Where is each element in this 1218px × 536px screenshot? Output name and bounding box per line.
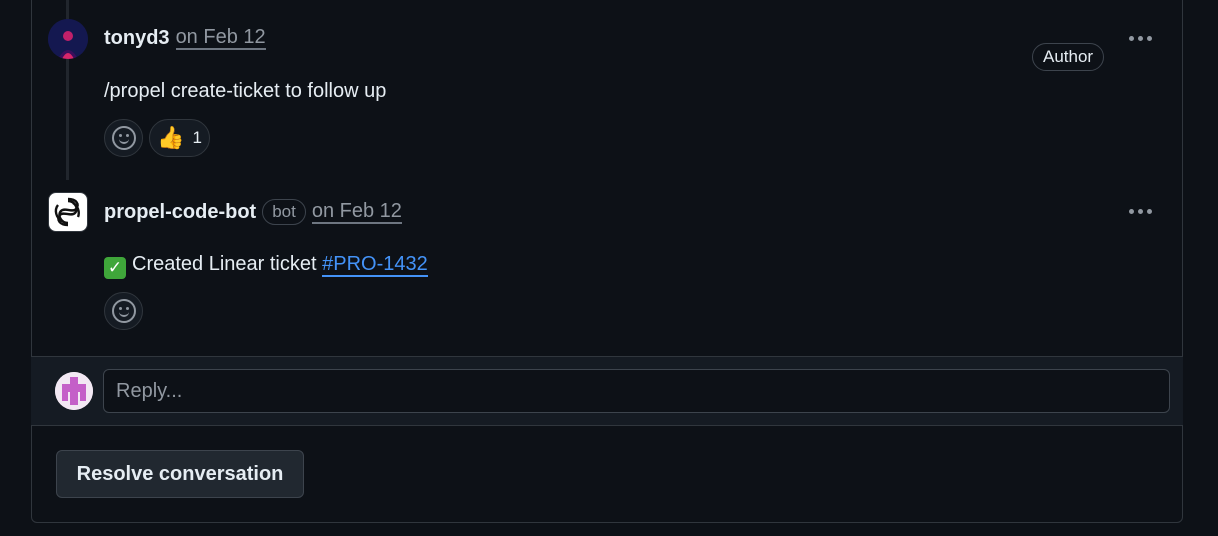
check-mark-icon: ✓ — [104, 257, 126, 279]
bot-avatar[interactable] — [48, 192, 88, 232]
comment-body: /propel create-ticket to follow up — [104, 80, 387, 102]
comment-date[interactable]: on Feb 12 — [311, 200, 402, 224]
smiley-icon — [111, 126, 136, 150]
comment-author[interactable]: tonyd3 — [104, 27, 170, 50]
linear-ticket-link[interactable]: #PRO-1432 — [322, 253, 428, 277]
add-reaction-button[interactable] — [104, 119, 143, 157]
author-badge: Author — [1032, 43, 1105, 71]
reaction-thumbs-up-button[interactable]: 👍 1 — [149, 119, 210, 157]
comment-header: propel-code-bot bot on Feb 12 — [104, 199, 402, 225]
comment-date[interactable]: on Feb 12 — [175, 26, 266, 50]
comment-options-icon[interactable] — [1125, 28, 1155, 48]
smiley-icon — [111, 299, 136, 323]
reaction-count: 1 — [192, 128, 202, 147]
comment-author[interactable]: propel-code-bot — [104, 201, 256, 224]
comment-tonyd3: tonyd3 on Feb 12 Author /propel create-t… — [48, 19, 1158, 164]
comment-body-text: Created Linear ticket — [132, 253, 323, 275]
comment-body: ✓ Created Linear ticket #PRO-1432 — [104, 253, 428, 279]
bot-badge: bot — [262, 199, 306, 225]
comment-header: tonyd3 on Feb 12 — [104, 26, 266, 50]
comment-propel-code-bot: propel-code-bot bot on Feb 12 ✓ Created L… — [48, 192, 1158, 337]
add-reaction-button[interactable] — [104, 292, 143, 330]
current-user-avatar — [55, 372, 93, 410]
thumbs-up-icon: 👍 — [157, 125, 185, 150]
reply-bar — [31, 356, 1183, 426]
reply-input[interactable] — [103, 369, 1170, 413]
user-avatar[interactable] — [48, 19, 88, 59]
resolve-conversation-button[interactable]: Resolve conversation — [56, 450, 304, 498]
comment-options-icon[interactable] — [1125, 201, 1155, 221]
